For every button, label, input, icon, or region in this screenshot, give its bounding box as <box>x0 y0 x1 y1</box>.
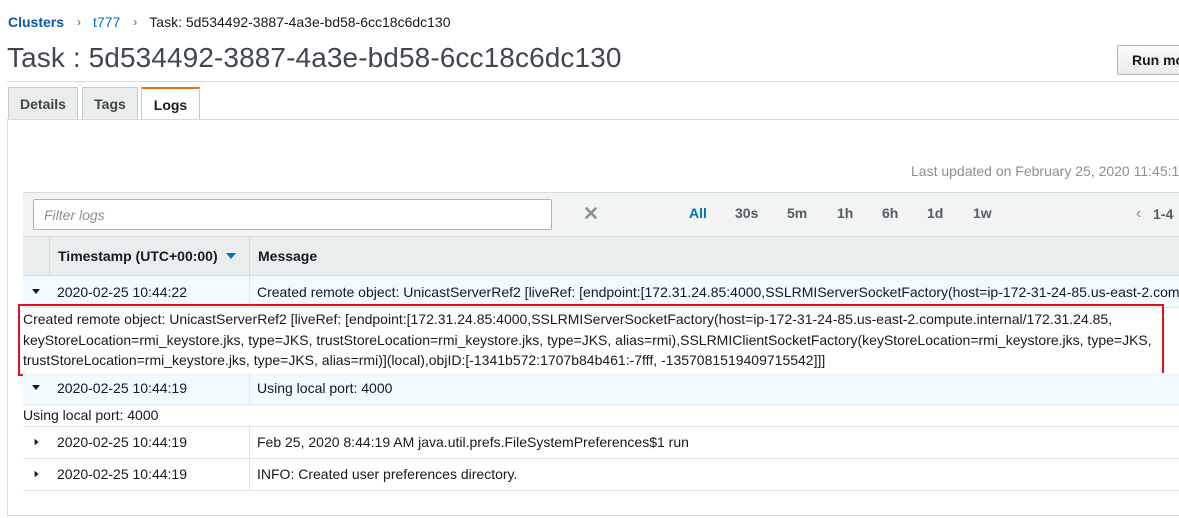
page-title: Task : 5d534492-3887-4a3e-bd58-6cc18c6dc… <box>7 42 622 73</box>
breadcrumb-current: Task: 5d534492-3887-4a3e-bd58-6cc18c6dc1… <box>149 14 451 30</box>
log-timestamp: 2020-02-25 10:44:19 <box>57 466 187 482</box>
range-all[interactable]: All <box>689 205 707 221</box>
range-5m[interactable]: 5m <box>787 205 807 221</box>
log-message: Using local port: 4000 <box>257 380 393 396</box>
log-timestamp: 2020-02-25 10:44:19 <box>57 434 187 450</box>
range-30s[interactable]: 30s <box>735 205 758 221</box>
caret-down-icon[interactable] <box>31 384 41 392</box>
log-timestamp: 2020-02-25 10:44:19 <box>57 380 187 396</box>
column-message: Message <box>258 248 318 264</box>
tab-tags[interactable]: Tags <box>82 87 138 119</box>
log-message: INFO: Created user preferences directory… <box>257 466 518 482</box>
range-1w[interactable]: 1w <box>973 205 992 221</box>
chevron-right-icon: › <box>133 15 138 29</box>
column-divider <box>249 373 250 405</box>
tab-details[interactable]: Details <box>8 87 78 119</box>
log-timestamp: 2020-02-25 10:44:22 <box>57 284 187 300</box>
range-6h[interactable]: 6h <box>882 205 898 221</box>
pager-range: 1-4 <box>1153 206 1174 222</box>
pager-prev-icon[interactable]: ‹ <box>1136 205 1141 223</box>
chevron-right-icon: › <box>77 15 82 29</box>
caret-right-icon[interactable] <box>32 438 42 446</box>
range-1h[interactable]: 1h <box>837 205 853 221</box>
log-row[interactable] <box>23 373 1179 405</box>
filter-logs-input[interactable] <box>33 199 552 230</box>
column-divider <box>249 427 250 459</box>
log-detail: Using local port: 4000 <box>23 405 1179 427</box>
log-message: Created remote object: UnicastServerRef2… <box>257 284 1179 300</box>
tab-logs[interactable]: Logs <box>141 87 200 120</box>
column-divider <box>249 236 250 276</box>
last-updated-text: Last updated on February 25, 2020 11:45:… <box>911 163 1179 179</box>
column-divider <box>49 236 50 276</box>
run-more-button[interactable]: Run mo <box>1117 45 1179 75</box>
caret-down-icon[interactable] <box>31 288 41 296</box>
sort-descending-icon[interactable] <box>226 253 236 259</box>
column-timestamp[interactable]: Timestamp (UTC+00:00) <box>58 248 218 264</box>
log-row[interactable] <box>23 459 1179 491</box>
breadcrumb-cluster-link[interactable]: t777 <box>93 14 120 30</box>
log-detail-line: Using local port: 4000 <box>23 407 159 423</box>
caret-right-icon[interactable] <box>32 470 42 478</box>
log-message: Feb 25, 2020 8:44:19 AM java.util.prefs.… <box>257 434 689 450</box>
column-divider <box>249 459 250 491</box>
clear-filter-icon[interactable] <box>584 206 598 220</box>
range-1d[interactable]: 1d <box>927 205 943 221</box>
breadcrumb-clusters-link[interactable]: Clusters <box>8 14 64 30</box>
highlight-box <box>18 304 1164 376</box>
title-divider <box>7 81 1179 82</box>
breadcrumb: Clusters › t777 › Task: 5d534492-3887-4a… <box>8 13 451 31</box>
